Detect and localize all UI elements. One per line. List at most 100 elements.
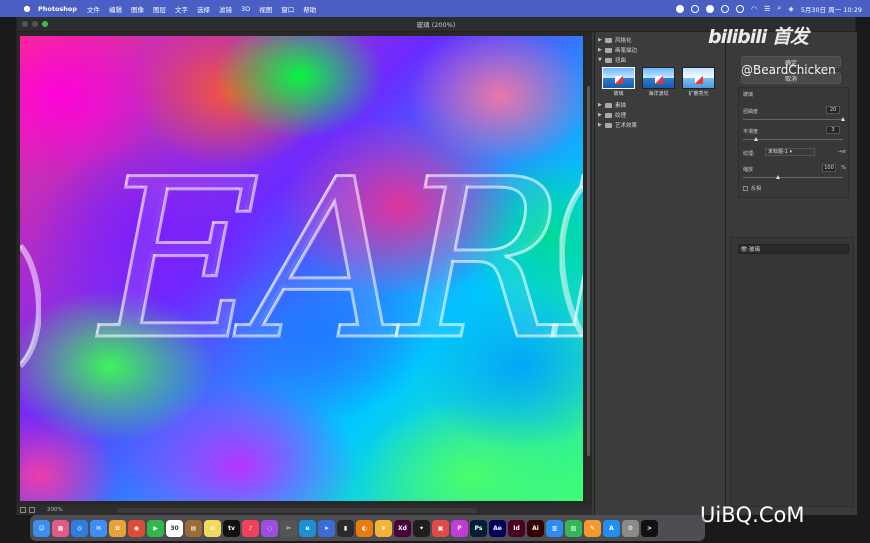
smoothness-slider[interactable] bbox=[743, 137, 843, 141]
dock-settings-icon[interactable]: ⚙ bbox=[622, 519, 639, 537]
dock-keynote-icon[interactable]: ▥ bbox=[546, 519, 563, 537]
filter-diffuse-glow[interactable]: 扩散亮光 bbox=[681, 67, 716, 97]
scaling-row: 缩放 100 % bbox=[743, 164, 846, 173]
zoom-in-icon[interactable] bbox=[29, 507, 35, 513]
filter-options: 玻璃 扭曲度 20 平滑度 3 纹理: 未标题-1 ▾ →≡ 缩放 100 % … bbox=[738, 87, 849, 198]
smoothness-input[interactable]: 3 bbox=[826, 126, 840, 134]
dock-preview-icon[interactable]: ❦ bbox=[375, 519, 392, 537]
dock-after-effects-icon[interactable]: Ae bbox=[489, 519, 506, 537]
menu-window[interactable]: 窗口 bbox=[281, 4, 294, 14]
texture-menu-icon[interactable]: →≡ bbox=[838, 149, 846, 155]
visibility-eye-icon[interactable]: 👁 bbox=[739, 246, 749, 253]
close-button[interactable] bbox=[22, 21, 28, 27]
dock-mail-icon[interactable]: ✉ bbox=[90, 519, 107, 537]
folder-stylize[interactable]: ▶ 风格化 bbox=[595, 35, 724, 45]
dock-safari-icon[interactable]: ◎ bbox=[71, 519, 88, 537]
slider-knob[interactable] bbox=[776, 175, 780, 179]
scrollbar-thumb[interactable] bbox=[587, 86, 590, 456]
app-menu[interactable]: Photoshop bbox=[38, 5, 77, 13]
wifi-icon[interactable]: ◠ bbox=[751, 5, 757, 13]
clock[interactable]: 5月30日 周一 10:29 bbox=[801, 4, 862, 14]
folder-artistic[interactable]: ▶ 艺术效果 bbox=[595, 120, 724, 130]
dock-chrome-icon[interactable]: ◉ bbox=[128, 519, 145, 537]
apple-icon[interactable]: ● bbox=[22, 4, 32, 13]
siri-icon[interactable]: ◈ bbox=[788, 5, 793, 13]
menu-layer[interactable]: 图层 bbox=[153, 4, 166, 14]
dock-xd-icon[interactable]: Xd bbox=[394, 519, 411, 537]
menu-select[interactable]: 选择 bbox=[197, 4, 210, 14]
zoom-level[interactable]: 200% bbox=[47, 507, 63, 513]
folder-icon bbox=[605, 112, 612, 118]
control-center-icon[interactable]: ☰ bbox=[764, 5, 770, 13]
dock-podcasts-icon[interactable]: ◌ bbox=[261, 519, 278, 537]
minimize-button[interactable] bbox=[32, 21, 38, 27]
menu-filter[interactable]: 滤镜 bbox=[219, 4, 232, 14]
folder-texture[interactable]: ▶ 纹理 bbox=[595, 110, 724, 120]
menu-3d[interactable]: 3D bbox=[241, 5, 250, 13]
document-title: 玻璃 (200%) bbox=[416, 21, 456, 29]
dock-music-icon[interactable]: ♪ bbox=[242, 519, 259, 537]
dock-arrow-app-icon[interactable]: ➤ bbox=[318, 519, 335, 537]
texture-value: 未标题-1 bbox=[768, 149, 788, 155]
folder-sketch[interactable]: ▶ 素描 bbox=[595, 100, 724, 110]
menu-file[interactable]: 文件 bbox=[87, 4, 100, 14]
cc-icon[interactable] bbox=[721, 4, 730, 13]
vertical-scrollbar[interactable] bbox=[586, 36, 591, 501]
horizontal-scrollbar[interactable] bbox=[117, 508, 477, 513]
expand-arrow-icon: ▶ bbox=[598, 37, 602, 43]
dock-final-cut-icon[interactable]: ✂ bbox=[280, 519, 297, 537]
texture-select[interactable]: 未标题-1 ▾ bbox=[765, 148, 815, 156]
dock-figma-icon[interactable]: ✦ bbox=[413, 519, 430, 537]
dock-facetime-icon[interactable]: ▶ bbox=[147, 519, 164, 537]
folder-distort[interactable]: ▼ 扭曲 bbox=[595, 55, 724, 65]
invert-checkbox[interactable] bbox=[743, 186, 748, 191]
dock-app-store-icon[interactable]: A bbox=[603, 519, 620, 537]
distortion-input[interactable]: 20 bbox=[826, 106, 840, 114]
dock-pages-icon[interactable]: ✎ bbox=[584, 519, 601, 537]
slider-knob[interactable] bbox=[841, 117, 845, 121]
filter-glass[interactable]: 玻璃 bbox=[601, 67, 636, 97]
folder-brush-strokes[interactable]: ▶ 画笔描边 bbox=[595, 45, 724, 55]
dock-photoshop-icon[interactable]: Ps bbox=[470, 519, 487, 537]
scaling-input[interactable]: 100 bbox=[822, 164, 836, 172]
dock-apple-tv-icon[interactable]: tv bbox=[223, 519, 240, 537]
dock-edge-icon[interactable]: e bbox=[299, 519, 316, 537]
moon-icon[interactable] bbox=[706, 4, 715, 13]
dock-terminal-icon[interactable]: > bbox=[641, 519, 658, 537]
slider-knob[interactable] bbox=[754, 137, 758, 141]
dock-launchpad-icon[interactable]: ▦ bbox=[52, 519, 69, 537]
menu-type[interactable]: 文字 bbox=[175, 4, 188, 14]
menu-view[interactable]: 视图 bbox=[259, 4, 272, 14]
dock-numbers-icon[interactable]: ▧ bbox=[565, 519, 582, 537]
dock-illustrator-icon[interactable]: Ai bbox=[527, 519, 544, 537]
dock-notes-icon[interactable]: ≡ bbox=[204, 519, 221, 537]
preview-canvas[interactable]: EARR bbox=[20, 36, 583, 501]
search-icon[interactable]: ⌕ bbox=[777, 4, 781, 13]
menu-help[interactable]: 帮助 bbox=[303, 4, 316, 14]
scaling-slider[interactable] bbox=[743, 175, 843, 179]
filter-options-title: 玻璃 bbox=[743, 92, 754, 98]
dock-media-encoder-icon[interactable]: ▮ bbox=[337, 519, 354, 537]
dock-picsart-icon[interactable]: P bbox=[451, 519, 468, 537]
dock-indesign-icon[interactable]: Id bbox=[508, 519, 525, 537]
filter-ocean-ripple[interactable]: 海洋波纹 bbox=[641, 67, 676, 97]
record-icon[interactable] bbox=[676, 4, 685, 13]
dock-notes-brown-icon[interactable]: ▤ bbox=[185, 519, 202, 537]
dock-calendar-icon[interactable]: 30 bbox=[166, 519, 183, 537]
dock-finder-icon[interactable]: ☺ bbox=[33, 519, 50, 537]
zoom-button[interactable] bbox=[42, 21, 48, 27]
zoom-out-icon[interactable] bbox=[20, 507, 26, 513]
timer-icon[interactable] bbox=[691, 4, 700, 13]
menu-image[interactable]: 图像 bbox=[131, 4, 144, 14]
bilibili-watermark: bilibili 首发 bbox=[708, 26, 809, 48]
folder-icon bbox=[605, 122, 612, 128]
distortion-slider[interactable] bbox=[743, 117, 845, 121]
distort-thumbnails: 玻璃 海洋波纹 扩散亮光 bbox=[595, 65, 724, 100]
dock-blender-icon[interactable]: ◐ bbox=[356, 519, 373, 537]
dock-screen-icon[interactable]: ▣ bbox=[432, 519, 449, 537]
dock-photos-icon[interactable]: ✿ bbox=[109, 519, 126, 537]
eye-icon[interactable] bbox=[736, 4, 745, 13]
smoothness-label: 平滑度 bbox=[743, 129, 759, 135]
effect-layer-glass[interactable]: 👁 玻璃 bbox=[738, 244, 849, 254]
menu-edit[interactable]: 编辑 bbox=[109, 4, 122, 14]
